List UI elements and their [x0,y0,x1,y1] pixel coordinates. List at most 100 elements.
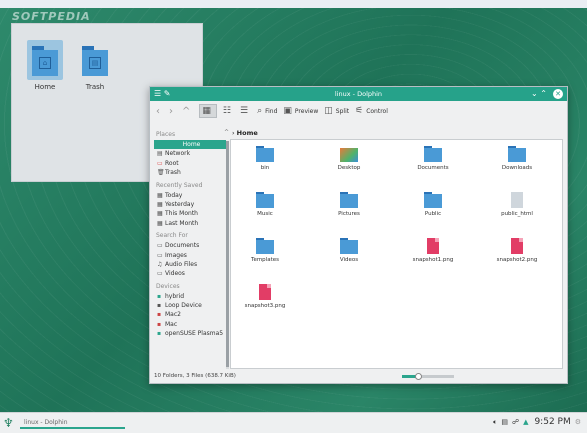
file-item[interactable]: Music [235,192,295,217]
sidebar-item-opensuse[interactable]: ▪ openSUSE Plasma5 [154,329,226,338]
trash-icon: ▤ [82,46,108,76]
file-item[interactable]: Videos [319,238,379,263]
places-scrollbar[interactable] [226,141,229,369]
minimize-maximize-icons[interactable]: ⌄ ⌃ [531,89,547,98]
search-icon: ⌕ [257,106,263,116]
zoom-slider-handle[interactable] [414,373,422,380]
folder-icon [424,192,442,208]
file-name: Downloads [501,165,533,171]
sidebar-item-hybrid[interactable]: ▪ hybrid [154,292,226,301]
title-bar[interactable]: ☰ ✎ linux - Dolphin ⌄ ⌃ ✕ [150,87,567,101]
grid-view-icon: ▦ [202,106,211,116]
sidebar-item-label: Videos [165,270,185,278]
places-collapse-icon[interactable]: ^ [224,129,229,136]
sidebar-item-audio-files[interactable]: ♫ Audio Files [154,260,226,269]
application-launcher-icon[interactable]: ♆ [3,416,14,430]
sidebar-item-mac2[interactable]: ▪ Mac2 [154,310,226,319]
file-item[interactable]: snapshot2.png [487,238,547,263]
file-item[interactable]: Desktop [319,146,379,171]
zoom-slider[interactable] [402,373,454,380]
volume-icon[interactable]: 🔈︎ [493,418,497,427]
sidebar-item-trash[interactable]: 🗑︎Trash [154,168,226,177]
compact-view-icon: ☷ [222,106,231,116]
file-view: bin Desktop Documents Downloads Music Picture… [230,139,563,369]
drive-icon: ▪ [157,292,162,300]
split-button[interactable]: ◫ Split [324,104,349,118]
document-icon: ▭ [157,242,163,250]
breadcrumb[interactable]: › Home [232,129,258,137]
sidebar-item-label: Mac [165,320,178,328]
file-item[interactable]: Templates [235,238,295,263]
folder-icon [424,146,442,162]
close-icon[interactable]: ✕ [553,89,563,99]
desktop-item-trash[interactable]: ▤ Trash [70,40,120,91]
clock[interactable]: 9:52 PM [534,417,570,427]
sidebar-item-mac[interactable]: ▪ Mac [154,320,226,329]
compact-view-button[interactable]: ☷ [223,104,234,118]
control-button[interactable]: ⚟ Control [355,104,388,118]
network-icon[interactable]: ☍ [512,418,519,426]
sidebar-item-documents[interactable]: ▭ Documents [154,241,226,250]
sidebar-item-label: openSUSE Plasma5 [165,330,224,338]
file-item[interactable]: Pictures [319,192,379,217]
status-bar: 10 Folders, 3 Files (638.7 KiB) [154,371,565,382]
file-name: Videos [339,257,359,263]
file-name: snapshot1.png [412,257,454,263]
control-icon: ⚟ [355,106,364,116]
preview-label: Preview [294,107,319,115]
folder-icon [340,146,358,162]
sidebar-item-label: Home [182,141,201,148]
icons-view-button[interactable]: ▦ [199,104,217,118]
search-header: Search For [156,232,188,240]
places-header: Places [156,131,176,138]
details-view-button[interactable]: ☰ [240,104,251,118]
file-item[interactable]: public_html [487,192,547,217]
sidebar-item-loop-device[interactable]: ▪ Loop Device [154,301,226,310]
sidebar-item-this-month[interactable]: ▦ This Month [154,209,226,218]
chevron-right-icon: › [169,105,173,117]
file-name: snapshot2.png [496,257,538,263]
details-view-icon: ☰ [239,106,249,116]
folder-icon [508,146,526,162]
folder-icon [340,238,358,254]
image-file-icon [256,284,274,300]
desktop-item-label: Trash [85,83,105,91]
panel-settings-icon[interactable]: ⚙ [575,418,581,426]
tray-arrow-icon[interactable]: ▲ [523,418,528,426]
sidebar-item-label: Mac2 [165,311,181,319]
preview-button[interactable]: ▣ Preview [283,104,318,118]
sidebar-item-network[interactable]: ▤ Network [154,149,226,158]
desktop-item-label: Home [34,83,56,91]
sidebar-item-last-month[interactable]: ▦ Last Month [154,219,226,228]
sidebar-item-yesterday[interactable]: ▦ Yesterday [154,200,226,209]
desktop-item-home[interactable]: ⌂ Home [20,40,70,91]
breadcrumb-home[interactable]: Home [237,129,258,137]
control-label: Control [366,107,388,115]
sidebar-item-videos[interactable]: ▭ Videos [154,269,226,278]
forward-button[interactable]: › [169,104,176,118]
file-item[interactable]: Public [403,192,463,217]
devices-header: Devices [156,282,180,290]
sidebar-item-home[interactable]: ⌂Home [154,140,226,150]
file-name: Music [257,211,273,217]
music-note-icon: ♫ [157,260,163,268]
image-file-icon [424,238,442,254]
clipboard-icon[interactable]: ▤ [501,418,508,426]
find-button[interactable]: ⌕ Find [257,104,277,118]
task-dolphin[interactable]: linux - Dolphin [20,417,125,429]
back-button[interactable]: ‹ [156,104,163,118]
recent-header: Recently Saved [156,181,203,189]
sidebar-item-images[interactable]: ▭ Images [154,251,226,260]
sidebar-item-label: Audio Files [165,260,198,268]
sidebar-item-label: Network [165,150,191,158]
sidebar-item-today[interactable]: ▦ Today [154,191,226,200]
file-item[interactable]: Documents [403,146,463,171]
file-item[interactable]: snapshot1.png [403,238,463,263]
sidebar-item-root[interactable]: ▭ Root [154,159,226,168]
file-item[interactable]: Downloads [487,146,547,171]
file-item[interactable]: snapshot3.png [235,284,295,309]
calendar-icon: ▦ [157,191,163,199]
up-button[interactable]: ^ [182,104,193,118]
drive-icon: ▪ [157,311,162,319]
file-item[interactable]: bin [235,146,295,171]
